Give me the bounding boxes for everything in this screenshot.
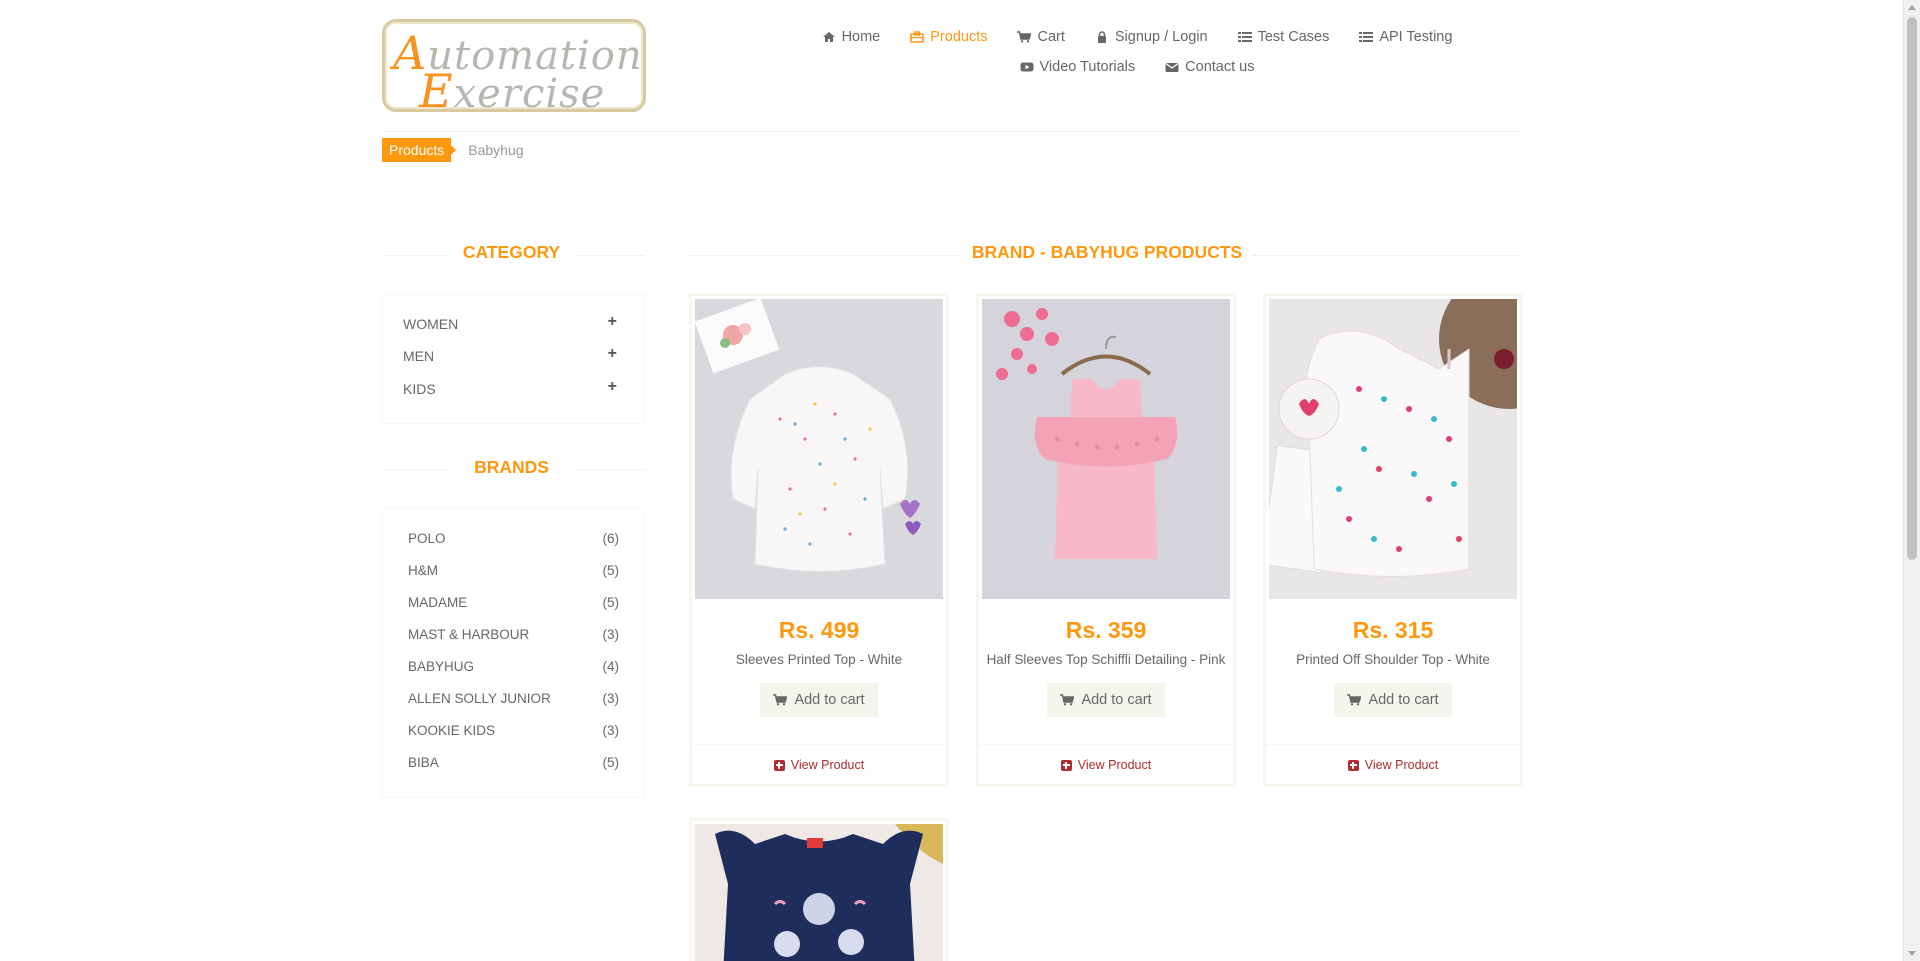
expand-kids-icon[interactable]: + — [608, 378, 617, 396]
category-panel: WOMEN + MEN + KIDS + — [382, 294, 645, 424]
home-icon — [822, 32, 835, 42]
product-card: Rs. 499 Sleeves Printed Top - White Add … — [691, 295, 947, 785]
expand-men-icon[interactable]: + — [608, 345, 617, 363]
category-men[interactable]: MEN — [403, 348, 434, 364]
breadcrumb-products[interactable]: Products — [382, 138, 457, 162]
cart-icon — [1017, 31, 1032, 43]
products-title: BRAND - BABYHUG PRODUCTS — [962, 242, 1252, 263]
nav-test-cases[interactable]: Test Cases — [1223, 26, 1345, 48]
list-icon — [1359, 32, 1374, 42]
card-divider — [1266, 744, 1520, 745]
add-to-cart-button[interactable]: Add to cart — [1047, 683, 1165, 717]
brands-panel: POLO (6) H&M (5) MADAME (5) MAST & HARBOUR(… — [382, 508, 645, 798]
lock-icon — [1097, 31, 1106, 43]
header-divider — [382, 131, 1522, 132]
product-image — [982, 299, 1230, 599]
brands-title-line-left — [382, 469, 446, 470]
product-image — [695, 824, 943, 961]
brands-title: BRANDS — [474, 457, 549, 477]
nav-api-testing[interactable]: API Testing — [1344, 26, 1467, 48]
nav-home[interactable]: Home — [807, 26, 896, 48]
logo-letter-e: E — [419, 64, 454, 118]
product-price: Rs. 359 — [1065, 617, 1147, 643]
category-title: CATEGORY — [462, 242, 561, 262]
brand-polo[interactable]: POLO (6) — [408, 531, 619, 546]
brand-allen-solly-junior[interactable]: ALLEN SOLLY JUNIOR (3) — [408, 691, 619, 706]
products-icon — [910, 31, 925, 43]
product-card: Rs. 359 Half Sleeves Top Schiffli Detail… — [978, 295, 1234, 785]
product-card — [691, 820, 947, 961]
card-divider — [979, 744, 1233, 745]
page-scrollbar[interactable] — [1903, 0, 1920, 961]
product-name: Sleeves Printed Top - White — [735, 652, 903, 667]
product-price: Rs. 499 — [778, 617, 860, 643]
product-card: Rs. 315 Printed Off Shoulder Top - White… — [1265, 295, 1521, 785]
nav-products[interactable]: Products — [895, 26, 1002, 48]
brands-title-line-right — [577, 469, 645, 470]
category-women[interactable]: WOMEN — [403, 316, 458, 332]
view-product-link[interactable]: View Product — [979, 758, 1233, 772]
plus-square-icon — [773, 759, 785, 771]
product-image — [695, 299, 943, 599]
view-product-link[interactable]: View Product — [692, 758, 946, 772]
expand-women-icon[interactable]: + — [608, 313, 617, 331]
add-to-cart-button[interactable]: Add to cart — [1334, 683, 1452, 717]
envelope-icon — [1165, 63, 1179, 72]
product-image — [1269, 299, 1517, 599]
scrollbar-thumb[interactable] — [1907, 17, 1917, 560]
breadcrumb: Products Babyhug — [382, 138, 524, 162]
brand-hm[interactable]: H&M (5) — [408, 563, 619, 578]
list-icon — [1237, 32, 1252, 42]
breadcrumb-current: Babyhug — [468, 142, 524, 158]
cart-icon — [1347, 694, 1362, 706]
logo-text-line2: xercise — [453, 71, 606, 117]
product-name: Half Sleeves Top Schiffli Detailing - Pi… — [986, 652, 1226, 667]
add-to-cart-button[interactable]: Add to cart — [760, 683, 878, 717]
category-title-line-right — [577, 255, 645, 256]
brand-madame[interactable]: MADAME (5) — [408, 595, 619, 610]
category-kids[interactable]: KIDS — [403, 381, 436, 397]
nav-video-tutorials[interactable]: Video Tutorials — [1005, 56, 1151, 78]
brand-babyhug[interactable]: BABYHUG (4) — [408, 659, 619, 674]
cart-icon — [1060, 694, 1075, 706]
scroll-up-arrow-icon[interactable] — [1908, 5, 1916, 10]
nav-cart[interactable]: Cart — [1002, 26, 1079, 48]
brand-kookie-kids[interactable]: KOOKIE KIDS (3) — [408, 723, 619, 738]
product-name: Printed Off Shoulder Top - White — [1296, 652, 1490, 667]
category-title-line-left — [382, 255, 446, 256]
main-nav: Home Products Cart Signup / Login Test C… — [767, 26, 1507, 78]
brand-mast-harbour[interactable]: MAST & HARBOUR (3) — [408, 627, 619, 642]
product-price: Rs. 315 — [1352, 617, 1434, 643]
nav-contact-us[interactable]: Contact us — [1150, 56, 1269, 78]
site-logo[interactable]: Automation Exercise — [382, 19, 646, 118]
cart-icon — [773, 694, 788, 706]
brand-biba[interactable]: BIBA (5) — [408, 755, 619, 770]
view-product-link[interactable]: View Product — [1266, 758, 1520, 772]
card-divider — [692, 744, 946, 745]
scroll-down-arrow-icon[interactable] — [1908, 951, 1916, 956]
plus-square-icon — [1060, 759, 1072, 771]
plus-square-icon — [1347, 759, 1359, 771]
nav-signup-login[interactable]: Signup / Login — [1080, 26, 1223, 48]
youtube-icon — [1020, 62, 1033, 72]
